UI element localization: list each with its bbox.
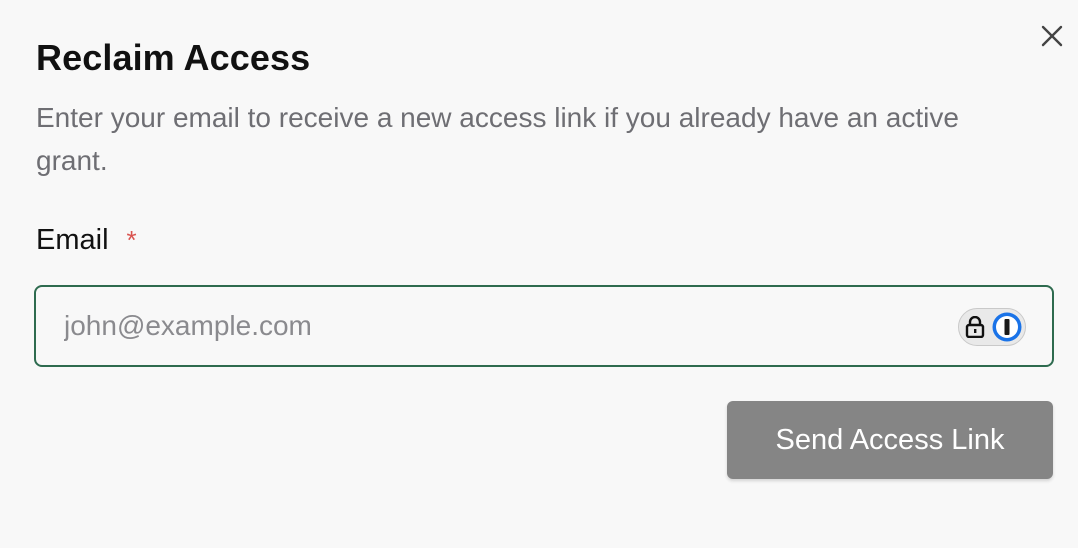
close-icon xyxy=(1040,24,1064,53)
dialog-description: Enter your email to receive a new access… xyxy=(36,102,959,176)
email-label-row: Email * xyxy=(36,220,137,260)
required-marker: * xyxy=(126,225,137,255)
password-manager-button[interactable] xyxy=(958,308,1026,346)
lock-icon xyxy=(965,316,985,338)
reclaim-access-dialog: Reclaim Access Enter your email to recei… xyxy=(0,0,1078,548)
send-access-link-button[interactable]: Send Access Link xyxy=(727,401,1053,479)
email-label: Email xyxy=(36,224,109,256)
email-field-wrapper xyxy=(34,285,1054,367)
email-input[interactable] xyxy=(36,287,1052,365)
close-button[interactable] xyxy=(1036,22,1068,54)
onepassword-icon xyxy=(991,311,1023,343)
dialog-title: Reclaim Access xyxy=(36,37,311,78)
